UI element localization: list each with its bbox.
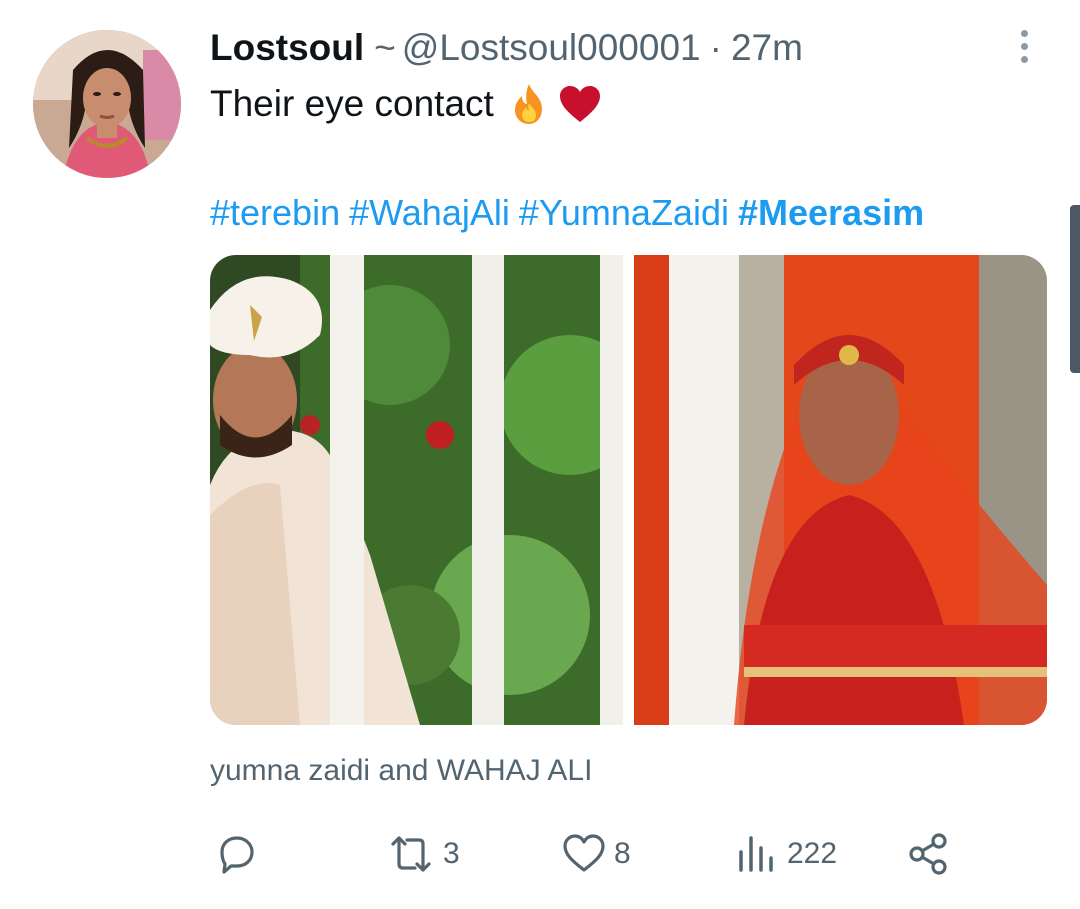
avatar[interactable] (33, 30, 181, 178)
views-icon (733, 830, 781, 878)
tweet-text-content: Their eye contact (210, 83, 494, 124)
timestamp[interactable]: 27m (731, 24, 803, 72)
user-handle[interactable]: @Lostsoul000001 (402, 24, 701, 72)
red-heart-emoji (558, 84, 602, 124)
photo-groom[interactable] (210, 255, 623, 725)
hashtag-link[interactable]: #YumnaZaidi (519, 192, 729, 233)
reply-button[interactable] (212, 830, 260, 878)
display-name[interactable]: Lostsoul (210, 24, 364, 72)
like-button[interactable]: 8 (560, 830, 631, 878)
fire-emoji (506, 81, 552, 127)
hashtag-link[interactable]: #terebin (210, 192, 340, 233)
retweet-button[interactable]: 3 (385, 830, 460, 878)
reply-icon (212, 830, 260, 878)
share-button[interactable] (905, 830, 953, 878)
name-separator: ~ (374, 27, 396, 68)
tweet: Lostsoul ~ @Lostsoul000001 · 27m Their e… (0, 0, 1080, 909)
scrollbar[interactable] (1070, 205, 1080, 373)
share-icon (905, 830, 953, 878)
views-count: 222 (787, 837, 838, 870)
more-options-icon[interactable] (1013, 28, 1035, 68)
hashtags: #terebin #WahajAli #YumnaZaidi #Meerasim (210, 190, 924, 236)
tweet-text: Their eye contact (210, 80, 602, 128)
dot-separator: · (709, 27, 722, 68)
heart-icon (560, 830, 608, 878)
photo-bride[interactable] (634, 255, 1047, 725)
media-grid (210, 255, 1047, 725)
retweet-icon (385, 830, 437, 878)
media-gap (623, 255, 634, 725)
views-button[interactable]: 222 (733, 830, 837, 878)
like-count: 8 (614, 837, 631, 870)
retweet-count: 3 (443, 837, 460, 870)
hashtag-link[interactable]: #WahajAli (349, 192, 510, 233)
hashtag-link[interactable]: #Meerasim (738, 192, 924, 233)
image-caption: yumna zaidi and WAHAJ ALI (210, 754, 593, 787)
tweet-header: Lostsoul ~ @Lostsoul000001 · 27m (210, 24, 803, 72)
